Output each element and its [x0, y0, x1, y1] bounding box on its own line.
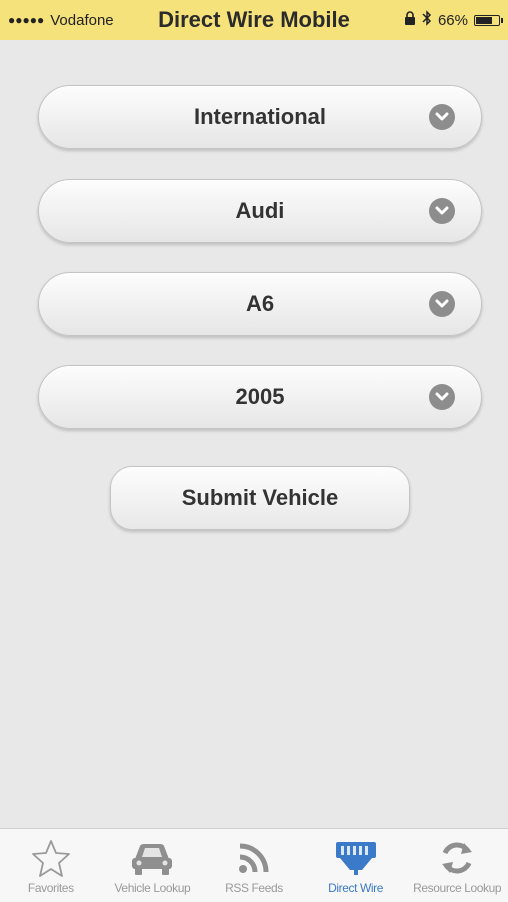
car-icon — [129, 837, 175, 879]
refresh-icon — [434, 837, 480, 879]
tab-rss-feeds-label: RSS Feeds — [225, 881, 283, 895]
make-select[interactable]: Audi — [38, 179, 482, 243]
chevron-down-icon — [429, 104, 455, 130]
lock-icon — [404, 11, 416, 29]
rss-icon — [231, 837, 277, 879]
submit-vehicle-button[interactable]: Submit Vehicle — [110, 466, 410, 530]
model-select[interactable]: A6 — [38, 272, 482, 336]
tab-favorites[interactable]: Favorites — [0, 829, 102, 902]
chevron-down-icon — [429, 384, 455, 410]
region-select-value: International — [193, 104, 326, 129]
direct-wire-icon — [333, 837, 379, 879]
model-select-value: A6 — [245, 291, 275, 316]
star-icon — [28, 837, 74, 879]
status-bar: ●●●●● Vodafone Direct Wire Mobile 66% — [0, 0, 508, 40]
tab-resource-lookup[interactable]: Resource Lookup — [406, 829, 508, 902]
chevron-down-icon — [429, 291, 455, 317]
signal-strength-icon: ●●●●● — [8, 13, 45, 27]
tab-vehicle-lookup[interactable]: Vehicle Lookup — [102, 829, 204, 902]
tab-resource-lookup-label: Resource Lookup — [413, 881, 502, 895]
carrier-name: Vodafone — [50, 11, 114, 29]
tab-favorites-label: Favorites — [27, 881, 74, 895]
tab-direct-wire[interactable]: Direct Wire — [305, 829, 407, 902]
battery-icon — [474, 14, 503, 26]
make-select-value: Audi — [235, 198, 285, 223]
tab-vehicle-lookup-label: Vehicle Lookup — [114, 881, 191, 895]
tab-direct-wire-label: Direct Wire — [328, 881, 384, 895]
year-select-value: 2005 — [235, 384, 285, 409]
region-select[interactable]: International — [38, 85, 482, 149]
tab-bar: Favorites Vehicle Lookup RSS Feeds Direc… — [0, 828, 508, 902]
main-content: International Audi A6 2005 Submit Vehicl… — [0, 40, 508, 828]
status-right: 66% — [404, 10, 503, 30]
status-left: ●●●●● Vodafone — [8, 12, 114, 29]
chevron-down-icon — [429, 198, 455, 224]
battery-percent: 66% — [437, 11, 468, 29]
bluetooth-icon — [422, 10, 432, 30]
year-select[interactable]: 2005 — [38, 365, 482, 429]
tab-rss-feeds[interactable]: RSS Feeds — [203, 829, 305, 902]
